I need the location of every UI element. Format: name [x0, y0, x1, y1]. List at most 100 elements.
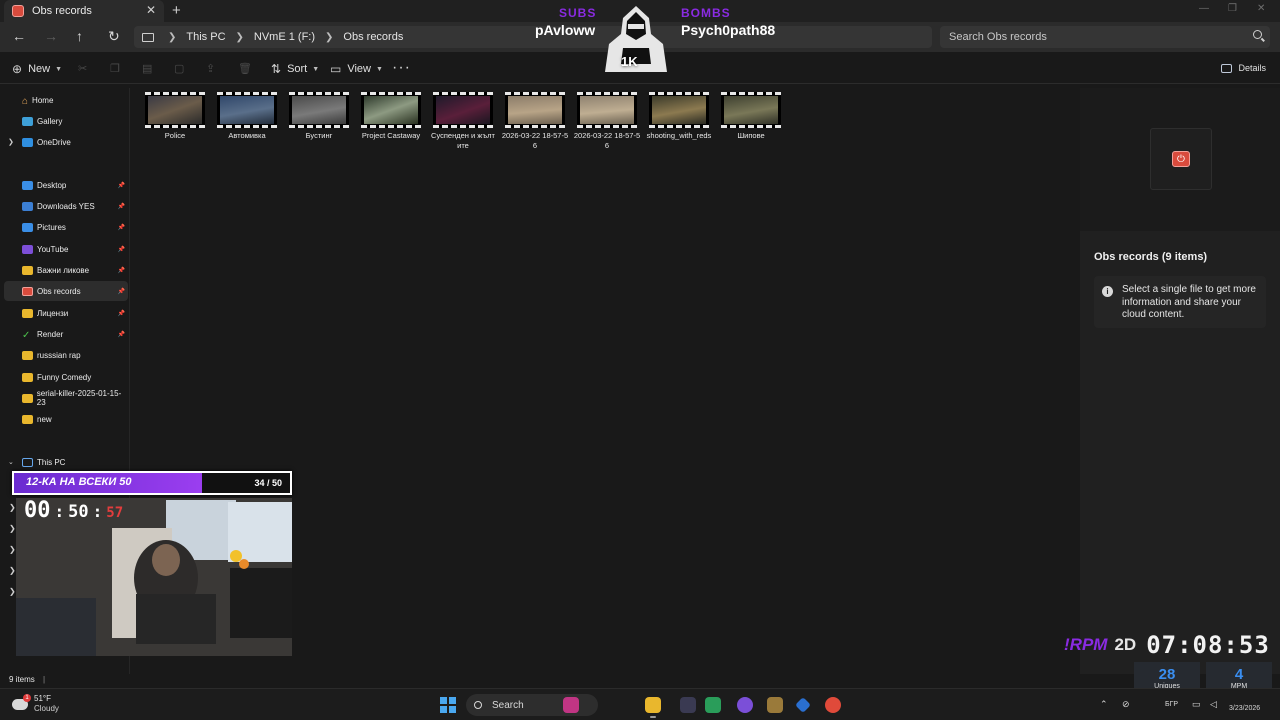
- sidebar-item-youtube[interactable]: YouTube 📌: [4, 239, 128, 259]
- stream-timer: 00 : 50 : 57: [24, 498, 123, 523]
- up-arrow-icon[interactable]: ↑: [76, 28, 83, 44]
- new-tab-button[interactable]: +: [172, 2, 181, 19]
- back-arrow-icon[interactable]: ←: [12, 28, 26, 44]
- sidebar-item-vazhni-likove[interactable]: Важни ликове 📌: [4, 260, 128, 280]
- pin-icon: 📌: [117, 331, 125, 338]
- diamond-app-icon[interactable]: [795, 697, 811, 713]
- viber-icon[interactable]: [737, 697, 753, 713]
- new-label: New: [28, 63, 51, 75]
- sidebar-item-obs-records[interactable]: Obs records 📌: [4, 281, 128, 301]
- folder-icon: [22, 308, 33, 318]
- sidebar-item-downloads[interactable]: Downloads YES 📌: [4, 196, 128, 216]
- downloads-icon: [22, 201, 33, 211]
- delete-icon[interactable]: 🗑: [238, 62, 252, 75]
- chevron-right-icon[interactable]: ❯: [9, 587, 16, 596]
- forward-arrow-icon[interactable]: →: [44, 28, 58, 44]
- instagram-icon[interactable]: [563, 697, 579, 713]
- video-thumbnail: [505, 92, 565, 128]
- chevron-right-icon[interactable]: ❯: [236, 32, 244, 43]
- status-bar: 9 items |: [9, 675, 46, 684]
- file-item[interactable]: 2026-03-22 18-57-56: [500, 92, 570, 151]
- share-icon[interactable]: ⇪: [206, 62, 215, 75]
- file-item[interactable]: Project Castaway: [356, 92, 426, 141]
- copy-icon[interactable]: ❐: [110, 62, 120, 75]
- sidebar-item-funny-comedy[interactable]: Funny Comedy: [4, 367, 128, 387]
- sidebar-item-desktop[interactable]: Desktop 📌: [4, 175, 128, 195]
- timer-minutes: 50: [68, 502, 89, 522]
- rpm-time: 07:08:53: [1146, 631, 1270, 659]
- weather-widget[interactable]: 51°F Cloudy: [12, 693, 59, 714]
- tab-close-icon[interactable]: ✕: [146, 3, 156, 17]
- breadcrumb-drive[interactable]: NVmE 1 (F:): [254, 31, 315, 43]
- sidebar-item-label: Render: [37, 329, 64, 339]
- video-thumbnail: [577, 92, 637, 128]
- clock-date[interactable]: 3/23/2026: [1229, 705, 1260, 712]
- file-item[interactable]: Автомивка: [212, 92, 282, 141]
- file-item[interactable]: Шипове: [716, 92, 786, 141]
- file-explorer-icon[interactable]: [645, 697, 661, 718]
- network-icon[interactable]: ⊘: [1122, 699, 1130, 710]
- sidebar-item-licenzi[interactable]: Лицензи 📌: [4, 303, 128, 323]
- minimize-button[interactable]: —: [1199, 3, 1209, 14]
- maximize-button[interactable]: ❐: [1228, 3, 1237, 14]
- view-button[interactable]: ▭ View ▼: [330, 62, 383, 76]
- breadcrumb-this-pc[interactable]: This PC: [186, 31, 225, 43]
- check-icon: ✓: [22, 329, 31, 341]
- game-icon[interactable]: [767, 697, 783, 713]
- language-indicator[interactable]: БГР: [1165, 701, 1178, 708]
- more-options-icon[interactable]: ···: [392, 59, 411, 77]
- sidebar-item-home[interactable]: ⌂ Home: [4, 90, 128, 110]
- sidebar-item-russsian-rap[interactable]: russsian rap: [4, 345, 128, 365]
- paste-icon[interactable]: ▤: [142, 62, 152, 75]
- sort-button[interactable]: ⇅ Sort ▼: [271, 62, 319, 76]
- tab-obs-records[interactable]: Obs records ✕: [4, 0, 164, 22]
- chevron-right-icon[interactable]: ❯: [9, 524, 16, 533]
- start-button[interactable]: [440, 697, 456, 713]
- details-label: Details: [1238, 63, 1266, 73]
- monitor-tray-icon[interactable]: ▭: [1192, 699, 1201, 710]
- windows-logo-tile: [449, 697, 456, 704]
- chevron-right-icon[interactable]: ❯: [9, 545, 16, 554]
- uniques-value: 28: [1158, 666, 1176, 683]
- monitor-icon: [142, 32, 154, 42]
- browser-icon[interactable]: [705, 697, 721, 713]
- sidebar-item-render[interactable]: ✓ Render 📌: [4, 324, 128, 344]
- sidebar-item-this-pc[interactable]: ⌄ This PC: [4, 452, 128, 472]
- volume-icon[interactable]: ◁: [1210, 699, 1217, 710]
- details-button[interactable]: Details: [1221, 63, 1266, 73]
- file-name: Бустинг: [305, 131, 333, 140]
- cut-icon[interactable]: ✂: [78, 62, 87, 75]
- sidebar-item-serial-killer[interactable]: serial-killer-2025-01-15-23: [4, 388, 128, 408]
- new-button[interactable]: ⊕ New ▼: [12, 62, 62, 76]
- app-icon[interactable]: [680, 697, 696, 713]
- rename-icon[interactable]: ▢: [174, 62, 184, 75]
- chevron-down-icon: ▼: [55, 65, 63, 73]
- chevron-up-icon[interactable]: ⌃: [1100, 699, 1108, 710]
- sidebar-item-new[interactable]: new: [4, 409, 128, 429]
- breadcrumb-obs-records[interactable]: Obs records: [343, 31, 403, 43]
- file-item[interactable]: 2026-03-22 18-57-56: [572, 92, 642, 151]
- close-window-button[interactable]: ✕: [1257, 3, 1265, 14]
- sidebar-item-onedrive[interactable]: ❯ OneDrive: [4, 132, 128, 152]
- sidebar-item-gallery[interactable]: Gallery: [4, 111, 128, 131]
- chevron-right-icon[interactable]: ❯: [9, 503, 16, 512]
- rpm-label: !RPM: [1064, 635, 1108, 654]
- sidebar-item-pictures[interactable]: Pictures 📌: [4, 217, 128, 237]
- chevron-right-icon[interactable]: ❯: [168, 32, 176, 43]
- video-thumbnail: [649, 92, 709, 128]
- refresh-icon[interactable]: ↻: [108, 28, 120, 45]
- file-item[interactable]: shooting_with_reds: [644, 92, 714, 141]
- chrome-icon[interactable]: [825, 697, 841, 713]
- search-input[interactable]: Search Obs records: [940, 26, 1270, 48]
- breadcrumb[interactable]: ❯ This PC ❯ NVmE 1 (F:) ❯ Obs records: [134, 26, 932, 48]
- chevron-right-icon[interactable]: ❯: [9, 566, 16, 575]
- chevron-right-icon[interactable]: ❯: [325, 32, 333, 43]
- chevron-down-icon[interactable]: ⌄: [8, 458, 14, 466]
- file-item[interactable]: Police: [140, 92, 210, 141]
- windows-logo-tile: [449, 706, 456, 713]
- search-icon: [1253, 30, 1262, 39]
- sidebar-item-label: This PC: [37, 457, 66, 467]
- file-item[interactable]: Бустинг: [284, 92, 354, 141]
- chevron-right-icon[interactable]: ❯: [8, 138, 14, 146]
- file-item[interactable]: Суспенден и жълтите: [428, 92, 498, 151]
